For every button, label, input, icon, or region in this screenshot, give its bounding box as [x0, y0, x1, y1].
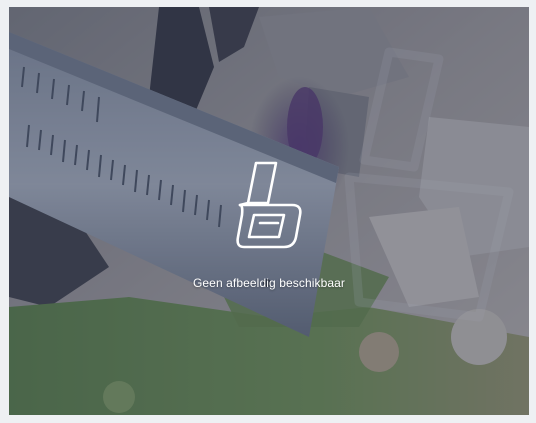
brand-logo-icon: [236, 161, 302, 249]
placeholder-message: Geen afbeeldig beschikbaar: [192, 276, 346, 290]
background-photo: Geen afbeeldig beschikbaar: [9, 7, 529, 415]
image-placeholder-frame: Geen afbeeldig beschikbaar: [0, 0, 536, 423]
no-image-placeholder: Geen afbeeldig beschikbaar: [9, 157, 529, 290]
